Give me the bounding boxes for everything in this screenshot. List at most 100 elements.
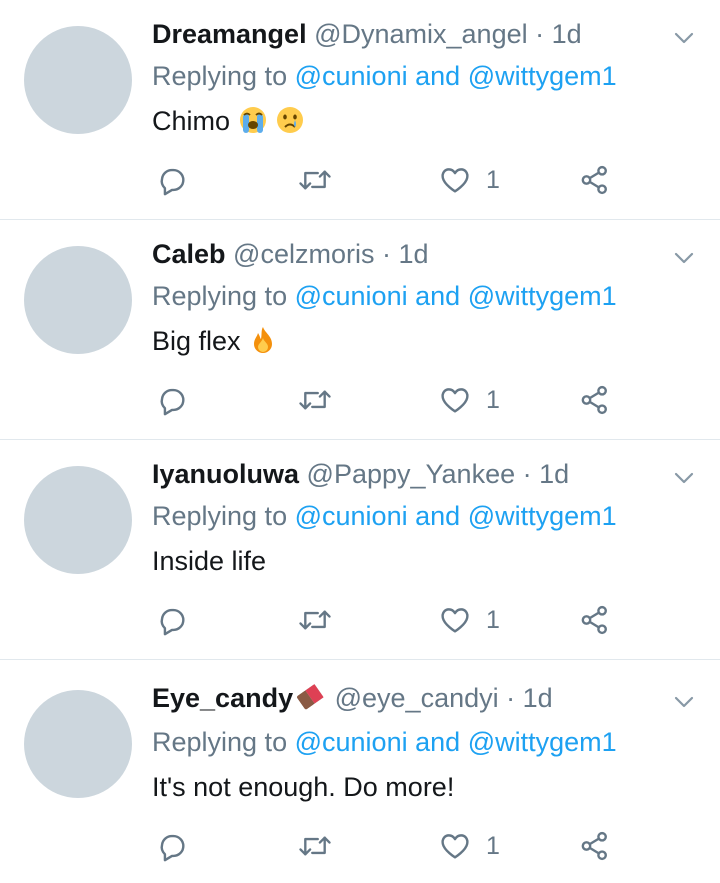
retweet-icon: [299, 170, 331, 190]
chocolate-bar-icon: [297, 684, 324, 710]
avatar[interactable]: [24, 26, 132, 134]
replying-to: Replying to @cunioni and @wittygem1: [152, 722, 617, 762]
tweet-body: It's not enough. Do more!: [152, 772, 455, 802]
and-conjunction[interactable]: and: [415, 727, 460, 757]
tweet-actions: 1: [150, 380, 630, 420]
mention-link[interactable]: @cunioni: [295, 281, 408, 311]
retweet-button[interactable]: [297, 826, 333, 866]
retweet-icon: [299, 836, 331, 856]
user-handle[interactable]: @Pappy_Yankee: [307, 459, 516, 489]
mention-link[interactable]: @wittygem1: [468, 281, 617, 311]
avatar[interactable]: [24, 466, 132, 574]
reply-icon: [160, 168, 185, 196]
display-name[interactable]: Iyanuoluwa: [152, 459, 299, 489]
tweet-reply[interactable]: Caleb @celzmoris · 1d Replying to @cunio…: [0, 220, 720, 440]
heart-icon: [441, 834, 469, 859]
mention-link[interactable]: @wittygem1: [468, 727, 617, 757]
and-conjunction[interactable]: and: [415, 501, 460, 531]
timestamp[interactable]: 1d: [552, 19, 582, 49]
display-name[interactable]: Eye_candy: [152, 683, 293, 713]
and-conjunction[interactable]: and: [415, 61, 460, 91]
retweet-icon: [299, 390, 331, 410]
tweet-header: Caleb @celzmoris · 1d: [152, 234, 660, 274]
like-count: 1: [486, 605, 500, 634]
like-count: 1: [486, 831, 500, 860]
tweet-reply[interactable]: Iyanuoluwa @Pappy_Yankee · 1d Replying t…: [0, 440, 720, 660]
fire-icon: [254, 327, 273, 353]
heart-icon: [441, 168, 469, 193]
display-name[interactable]: Dreamangel: [152, 19, 307, 49]
heart-icon: [441, 388, 469, 413]
heart-icon: [441, 608, 469, 633]
replying-to: Replying to @cunioni and @wittygem1: [152, 56, 617, 96]
reply-button[interactable]: [155, 600, 189, 640]
share-icon: [581, 605, 607, 635]
reply-icon: [160, 388, 185, 416]
tweet-body: Chimo: [152, 106, 231, 136]
replying-to-label: Replying to: [152, 61, 288, 91]
tweet-text: Inside life: [152, 540, 266, 582]
replying-to: Replying to @cunioni and @wittygem1: [152, 496, 617, 536]
separator-dot: ·: [506, 683, 516, 713]
display-name[interactable]: Caleb: [152, 239, 226, 269]
mention-link[interactable]: @wittygem1: [468, 61, 617, 91]
separator-dot: ·: [381, 239, 391, 269]
separator-dot: ·: [522, 459, 532, 489]
reply-feed: Dreamangel @Dynamix_angel · 1d Replying …: [0, 0, 720, 883]
retweet-button[interactable]: [297, 380, 333, 420]
tweet-reply[interactable]: Eye_candy @eye_candyi · 1d Replying to @…: [0, 660, 720, 883]
timestamp[interactable]: 1d: [523, 683, 553, 713]
and-conjunction[interactable]: and: [415, 281, 460, 311]
tweet-text: It's not enough. Do more!: [152, 766, 454, 808]
user-handle[interactable]: @Dynamix_angel: [314, 19, 528, 49]
user-handle[interactable]: @celzmoris: [233, 239, 374, 269]
avatar[interactable]: [24, 690, 132, 798]
share-icon: [581, 385, 607, 415]
chevron-down-icon[interactable]: [672, 246, 696, 270]
share-button[interactable]: [578, 160, 612, 200]
share-button[interactable]: [578, 380, 612, 420]
retweet-button[interactable]: [297, 600, 333, 640]
tweet-actions: 1: [150, 160, 630, 200]
share-button[interactable]: [578, 600, 612, 640]
like-button[interactable]: 1: [438, 826, 500, 866]
mention-link[interactable]: @cunioni: [295, 727, 408, 757]
avatar[interactable]: [24, 246, 132, 354]
reply-button[interactable]: [155, 160, 189, 200]
mention-link[interactable]: @cunioni: [295, 61, 408, 91]
tweet-header: Eye_candy @eye_candyi · 1d: [152, 678, 660, 718]
chevron-down-icon[interactable]: [672, 26, 696, 50]
share-button[interactable]: [578, 826, 612, 866]
timestamp[interactable]: 1d: [399, 239, 429, 269]
replying-to-label: Replying to: [152, 727, 288, 757]
reply-button[interactable]: [155, 380, 189, 420]
timestamp[interactable]: 1d: [539, 459, 569, 489]
replying-to-label: Replying to: [152, 281, 288, 311]
like-button[interactable]: 1: [438, 380, 500, 420]
loudly-crying-face-icon: [239, 107, 266, 133]
tweet-header: Dreamangel @Dynamix_angel · 1d: [152, 14, 660, 54]
like-button[interactable]: 1: [438, 600, 500, 640]
retweet-icon: [299, 610, 331, 630]
tweet-body: Inside life: [152, 546, 267, 576]
mention-link[interactable]: @wittygem1: [468, 501, 617, 531]
tweet-text: Chimo: [152, 100, 305, 142]
replying-to-label: Replying to: [152, 501, 288, 531]
user-handle[interactable]: @eye_candyi: [335, 683, 499, 713]
mention-link[interactable]: @cunioni: [295, 501, 408, 531]
tweet-text: Big flex: [152, 320, 278, 362]
reply-icon: [160, 834, 185, 862]
like-button[interactable]: 1: [438, 160, 500, 200]
chevron-down-icon[interactable]: [672, 466, 696, 490]
reply-button[interactable]: [155, 826, 189, 866]
chevron-down-icon[interactable]: [672, 690, 696, 714]
share-icon: [581, 165, 607, 195]
crying-face-icon: [277, 107, 304, 133]
retweet-button[interactable]: [297, 160, 333, 200]
like-count: 1: [486, 165, 500, 194]
tweet-reply[interactable]: Dreamangel @Dynamix_angel · 1d Replying …: [0, 0, 720, 220]
tweet-actions: 1: [150, 600, 630, 640]
replying-to: Replying to @cunioni and @wittygem1: [152, 276, 617, 316]
like-count: 1: [486, 385, 500, 414]
share-icon: [581, 831, 607, 861]
